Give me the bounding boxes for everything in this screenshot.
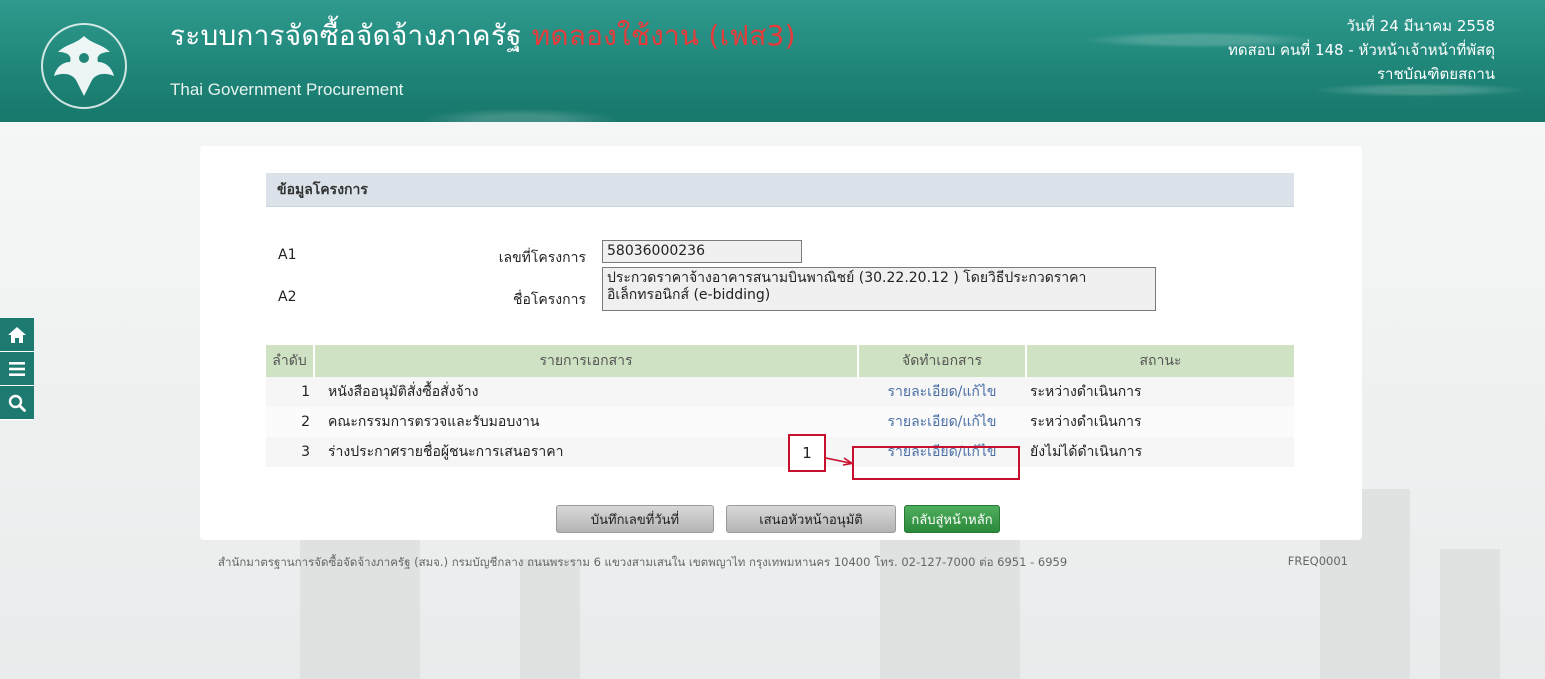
save-number-date-button[interactable]: บันทึกเลขที่วันที่	[556, 505, 714, 533]
menu-button[interactable]	[0, 352, 34, 386]
status-text: ระหว่างดำเนินการ	[1026, 377, 1294, 407]
column-header-action: จัดทำเอกสาร	[858, 345, 1027, 377]
menu-icon	[9, 361, 25, 376]
user-department: ราชบัณฑิตยสถาน	[1377, 65, 1495, 83]
detail-edit-link[interactable]: รายละเอียด/แก้ไข	[888, 414, 997, 430]
home-icon	[8, 326, 26, 343]
main-panel: ข้อมูลโครงการ A1 เลขที่โครงการ 580360002…	[200, 146, 1362, 540]
search-icon	[8, 394, 26, 412]
page-footer: สำนักมาตรฐานการจัดซื้อจัดจ้างภาครัฐ (สมจ…	[218, 554, 1348, 572]
app-title: ระบบการจัดซื้อจัดจ้างภาครัฐ ทดลองใช้งาน (…	[170, 14, 796, 58]
column-header-no: ลำดับ	[266, 345, 315, 377]
document-name: ร่างประกาศรายชื่อผู้ชนะการเสนอราคา	[314, 437, 858, 467]
propose-approval-button[interactable]: เสนอหัวหน้าอนุมัติ	[726, 505, 896, 533]
project-name-line2: อิเล็กทรอนิกส์ (e-bidding)	[607, 287, 771, 303]
back-to-main-button[interactable]: กลับสู่หน้าหลัก	[904, 505, 1000, 533]
table-row: 3 ร่างประกาศรายชื่อผู้ชนะการเสนอราคา ราย…	[266, 437, 1294, 467]
annotation-highlight	[852, 446, 1020, 480]
project-number-label: เลขที่โครงการ	[498, 250, 586, 266]
field-code-a2: A2	[278, 289, 297, 305]
column-header-document: รายการเอกสาร	[314, 345, 859, 377]
table-header-row: ลำดับ รายการเอกสาร จัดทำเอกสาร สถานะ	[266, 345, 1294, 377]
project-name-label: ชื่อโครงการ	[512, 292, 586, 308]
search-button[interactable]	[0, 386, 34, 420]
app-title-main: ระบบการจัดซื้อจัดจ้างภาครัฐ	[170, 19, 522, 52]
project-name-field[interactable]: ประกวดราคาจ้างอาคารสนามบินพาณิชย์ (30.22…	[602, 267, 1156, 311]
annotation-label: 1	[788, 434, 826, 472]
background-skyline-shape	[880, 529, 1020, 679]
background-skyline-shape	[520, 559, 580, 679]
row-number: 1	[266, 377, 314, 407]
document-table: ลำดับ รายการเอกสาร จัดทำเอกสาร สถานะ 1 ห…	[266, 345, 1294, 467]
app-title-accent: ทดลองใช้งาน (เฟส3)	[531, 19, 796, 52]
project-number-field[interactable]: 58036000236	[602, 240, 802, 263]
status-text: ระหว่างดำเนินการ	[1026, 407, 1294, 437]
document-name: คณะกรรมการตรวจและรับมอบงาน	[314, 407, 858, 437]
row-number: 2	[266, 407, 314, 437]
side-toolbar	[0, 318, 34, 420]
table-row: 1 หนังสืออนุมัติสั่งซื้อสั่งจ้าง รายละเอ…	[266, 377, 1294, 407]
row-number: 3	[266, 437, 314, 467]
garuda-emblem-icon	[41, 23, 127, 109]
table-row: 2 คณะกรรมการตรวจและรับมอบงาน รายละเอียด/…	[266, 407, 1294, 437]
form-code: FREQ0001	[1287, 554, 1348, 568]
app-subtitle: Thai Government Procurement	[170, 80, 404, 99]
footer-address: สำนักมาตรฐานการจัดซื้อจัดจ้างภาครัฐ (สมจ…	[218, 555, 1068, 569]
app-header: ระบบการจัดซื้อจัดจ้างภาครัฐ ทดลองใช้งาน (…	[0, 0, 1545, 122]
home-button[interactable]	[0, 318, 34, 352]
user-name: ทดสอบ คนที่ 148 - หัวหน้าเจ้าหน้าที่พัสด…	[1227, 41, 1495, 59]
document-name: หนังสืออนุมัติสั่งซื้อสั่งจ้าง	[314, 377, 858, 407]
user-info: วันที่ 24 มีนาคม 2558 ทดสอบ คนที่ 148 - …	[1228, 14, 1495, 86]
section-title: ข้อมูลโครงการ	[266, 173, 1294, 207]
current-date: วันที่ 24 มีนาคม 2558	[1346, 17, 1495, 35]
detail-edit-link[interactable]: รายละเอียด/แก้ไข	[888, 384, 997, 400]
project-name-line1: ประกวดราคาจ้างอาคารสนามบินพาณิชย์ (30.22…	[607, 270, 1087, 286]
column-header-status: สถานะ	[1026, 345, 1294, 377]
background-skyline-shape	[1440, 549, 1500, 679]
annotation-arrow-icon	[826, 457, 854, 466]
field-code-a1: A1	[278, 247, 297, 263]
status-text: ยังไม่ได้ดำเนินการ	[1026, 437, 1294, 467]
